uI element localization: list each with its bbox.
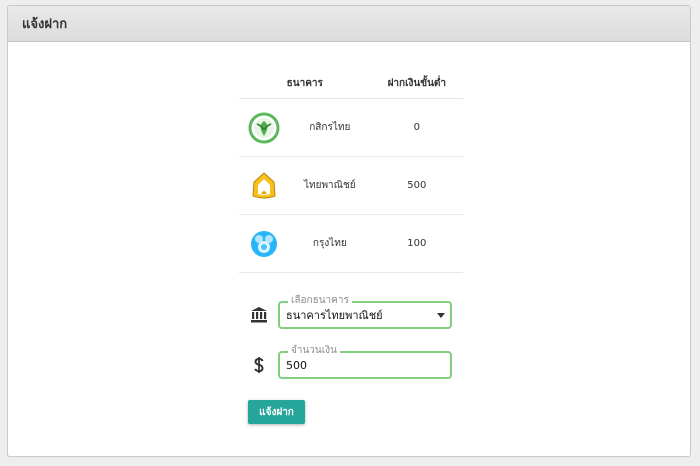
card-header: แจ้งฝาก bbox=[8, 6, 690, 42]
page-title: แจ้งฝาก bbox=[22, 17, 68, 32]
bank-table: ธนาคาร ฝากเงินขั้นต่ำ กสิกรไทย 0 ไทยพาณิ… bbox=[239, 68, 463, 273]
amount-field[interactable]: จำนวนเงิน 500 bbox=[278, 345, 452, 379]
bank-logo-cell bbox=[239, 214, 289, 273]
bank-select[interactable]: เลือกธนาคาร ธนาคารไทยพาณิชย์ bbox=[278, 295, 452, 329]
column-header-min-deposit: ฝากเงินขั้นต่ำ bbox=[370, 68, 463, 99]
scb-logo-icon bbox=[252, 171, 276, 198]
table-header-row: ธนาคาร ฝากเงินขั้นต่ำ bbox=[239, 68, 463, 99]
bank-name: กสิกรไทย bbox=[289, 98, 371, 157]
bank-name: ไทยพาณิชย์ bbox=[289, 156, 371, 215]
table-row: ไทยพาณิชย์ 500 bbox=[239, 156, 463, 215]
chevron-down-icon[interactable] bbox=[437, 313, 445, 318]
deposit-card: แจ้งฝาก ธนาคาร ฝากเงินขั้นต่ำ กสิกรไทย 0… bbox=[7, 5, 691, 457]
table-row: กสิกรไทย 0 bbox=[239, 98, 463, 157]
min-deposit-value: 0 bbox=[370, 98, 463, 157]
bank-logo-cell bbox=[239, 156, 289, 215]
bank-logo-cell bbox=[239, 98, 289, 157]
bank-select-value: ธนาคารไทยพาณิชย์ bbox=[286, 309, 383, 322]
min-deposit-value: 100 bbox=[370, 214, 463, 273]
amount-value[interactable]: 500 bbox=[286, 360, 307, 372]
krungthai-logo-icon bbox=[251, 230, 277, 257]
bank-select-label: เลือกธนาคาร bbox=[288, 295, 352, 307]
dollar-icon bbox=[248, 354, 270, 376]
kasikorn-logo-icon bbox=[248, 112, 280, 143]
table-row: กรุงไทย 100 bbox=[239, 214, 463, 273]
column-header-bank: ธนาคาร bbox=[239, 68, 371, 99]
bank-select-row: เลือกธนาคาร ธนาคารไทยพาณิชย์ bbox=[248, 295, 458, 329]
bank-icon bbox=[248, 304, 270, 326]
submit-deposit-button[interactable]: แจ้งฝาก bbox=[248, 400, 305, 424]
amount-row: จำนวนเงิน 500 bbox=[248, 345, 458, 379]
amount-label: จำนวนเงิน bbox=[288, 345, 340, 357]
bank-name: กรุงไทย bbox=[289, 214, 371, 273]
min-deposit-value: 500 bbox=[370, 156, 463, 215]
